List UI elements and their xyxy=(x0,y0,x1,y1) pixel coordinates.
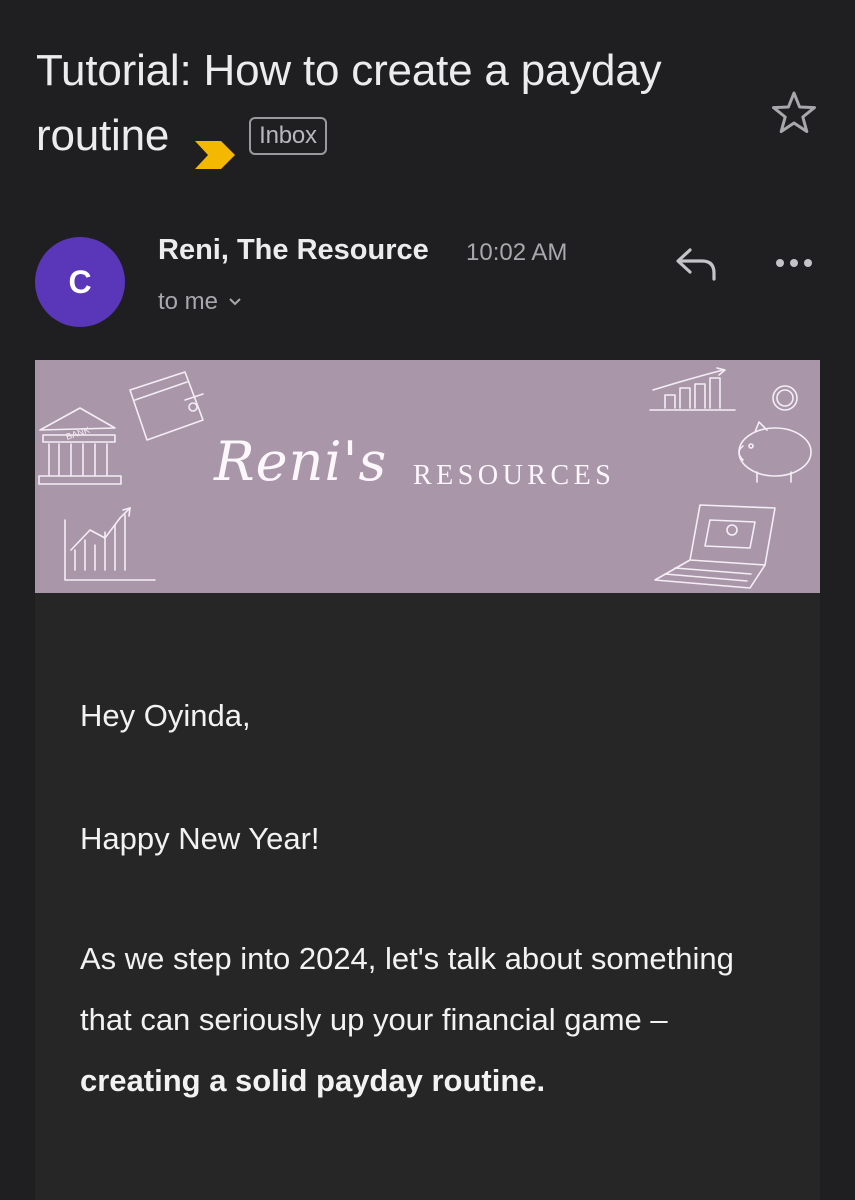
star-icon[interactable] xyxy=(771,90,817,136)
piggy-bank-icon xyxy=(738,421,812,483)
recipient-toggle[interactable]: to me xyxy=(158,288,242,316)
avatar[interactable]: C xyxy=(35,237,125,327)
bar-chart-icon xyxy=(649,367,736,411)
brand-script-logo: Reni's xyxy=(214,430,388,493)
new-year-wish: Happy New Year! xyxy=(80,821,320,856)
bank-icon xyxy=(38,407,122,485)
coin-icon xyxy=(772,385,798,411)
inbox-label[interactable]: Inbox xyxy=(249,116,327,155)
wallet-icon xyxy=(129,371,204,441)
email-subject: Tutorial: How to create a payday routine… xyxy=(36,38,736,169)
intro-bold-text: creating a solid payday routine. xyxy=(80,1063,546,1098)
greeting: Hey Oyinda, xyxy=(80,698,251,733)
reply-icon[interactable] xyxy=(674,245,720,283)
subject-line-1: Tutorial: How to create a payday xyxy=(36,46,662,95)
importance-marker-icon[interactable] xyxy=(195,122,236,169)
intro-text: As we step into 2024, let's talk about s… xyxy=(80,941,734,1037)
brand-wordmark: RESOURCES xyxy=(413,460,616,491)
growth-chart-icon xyxy=(64,507,156,581)
subject-line-2: routine Inbox xyxy=(36,103,736,169)
timestamp: 10:02 AM xyxy=(466,239,568,266)
recipient-label: to me xyxy=(158,288,219,315)
sender-name: Reni, The Resource xyxy=(158,234,429,266)
bank-sign: BANK xyxy=(65,425,91,442)
laptop-icon xyxy=(654,504,776,589)
chevron-down-icon xyxy=(229,298,241,306)
subject-line-2-text: routine xyxy=(36,111,170,160)
intro-paragraph: As we step into 2024, let's talk about s… xyxy=(80,928,770,1111)
more-icon[interactable] xyxy=(772,252,816,274)
